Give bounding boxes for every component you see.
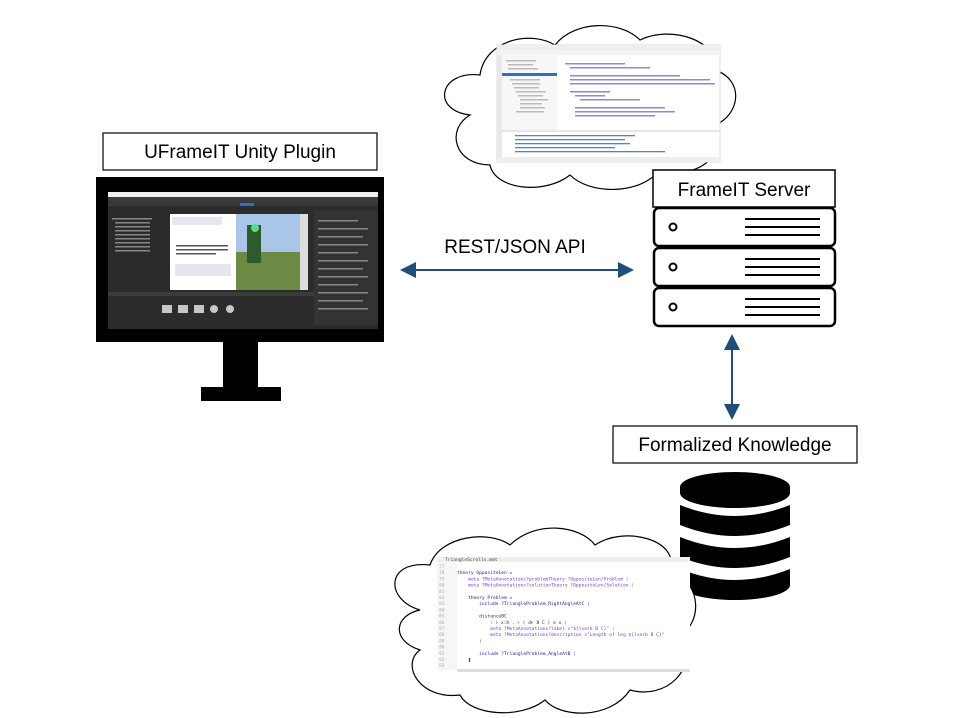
line-number: 85 xyxy=(439,614,445,620)
code-line: include ?TriangleProblem_AngleAtB ❘ xyxy=(457,651,576,657)
code-line: meta ?MetaAnnotations?description s"Leng… xyxy=(457,632,664,638)
server-code-cloud xyxy=(443,24,737,191)
code-line: meta ?MetaAnnotations?label s"${lverb B … xyxy=(457,626,615,632)
ide-screenshot xyxy=(496,44,721,163)
unity-plugin-label-box: UFrameIT Unity Plugin xyxy=(102,132,378,171)
line-number: 90 xyxy=(439,645,445,651)
code-editor-screenshot: TriangleScrolls.mmt 7778 theory OppositeL… xyxy=(437,557,690,672)
monitor-icon xyxy=(96,177,384,401)
line-number: 79 xyxy=(439,576,445,582)
line-number: 89 xyxy=(439,638,445,644)
line-number: 78 xyxy=(439,570,445,576)
line-number: 83 xyxy=(439,601,445,607)
line-number: 91 xyxy=(439,651,445,657)
knowledge-label: Formalized Knowledge xyxy=(638,435,831,456)
code-line: include ?TriangleProblem_RightAngleAtC ❘ xyxy=(457,601,590,607)
code-line: meta ?MetaAnnotations?problemTheory ?Opp… xyxy=(457,576,628,582)
unity-editor-screenshot xyxy=(108,192,378,329)
editor-tab[interactable]: TriangleScrolls.mmt xyxy=(445,557,498,563)
line-number: 93 xyxy=(439,663,445,669)
code-line: theory OppositeLen = xyxy=(457,570,513,576)
database-icon xyxy=(680,472,790,600)
line-number: 80 xyxy=(439,583,445,589)
line-number: 77 xyxy=(439,564,445,570)
line-number: 84 xyxy=(439,607,445,613)
api-label: REST/JSON API xyxy=(444,237,585,258)
unity-plugin-label: UFrameIT Unity Plugin xyxy=(144,142,336,163)
code-line: ❘ xyxy=(457,638,482,644)
code-line: meta ?MetaAnnotations?solutionTheory ?Op… xyxy=(457,583,634,589)
line-number: 92 xyxy=(439,657,445,663)
server-label: FrameIT Server xyxy=(678,180,811,201)
line-number: 81 xyxy=(439,589,445,595)
line-number: 86 xyxy=(439,620,445,626)
line-number: 87 xyxy=(439,626,445,632)
code-line: ❚ xyxy=(457,657,471,663)
server-label-box: FrameIT Server xyxy=(652,169,836,208)
line-number: 88 xyxy=(439,632,445,638)
knowledge-label-box: Formalized Knowledge xyxy=(612,425,858,464)
code-line: : ⊦ x:ℝ . ⊦ ( d⊢ B C ) ≐ x ❘ xyxy=(457,620,567,626)
code-line: distanceBC xyxy=(457,614,507,620)
server-rack-icon xyxy=(652,206,837,328)
line-number: 82 xyxy=(439,595,445,601)
knowledge-code-cloud: TriangleScrolls.mmt 7778 theory OppositeL… xyxy=(394,527,697,714)
code-line: theory Problem = xyxy=(457,595,513,601)
architecture-diagram: UFrameIT Unity Plugin REST/JSON API Fram… xyxy=(96,24,858,714)
